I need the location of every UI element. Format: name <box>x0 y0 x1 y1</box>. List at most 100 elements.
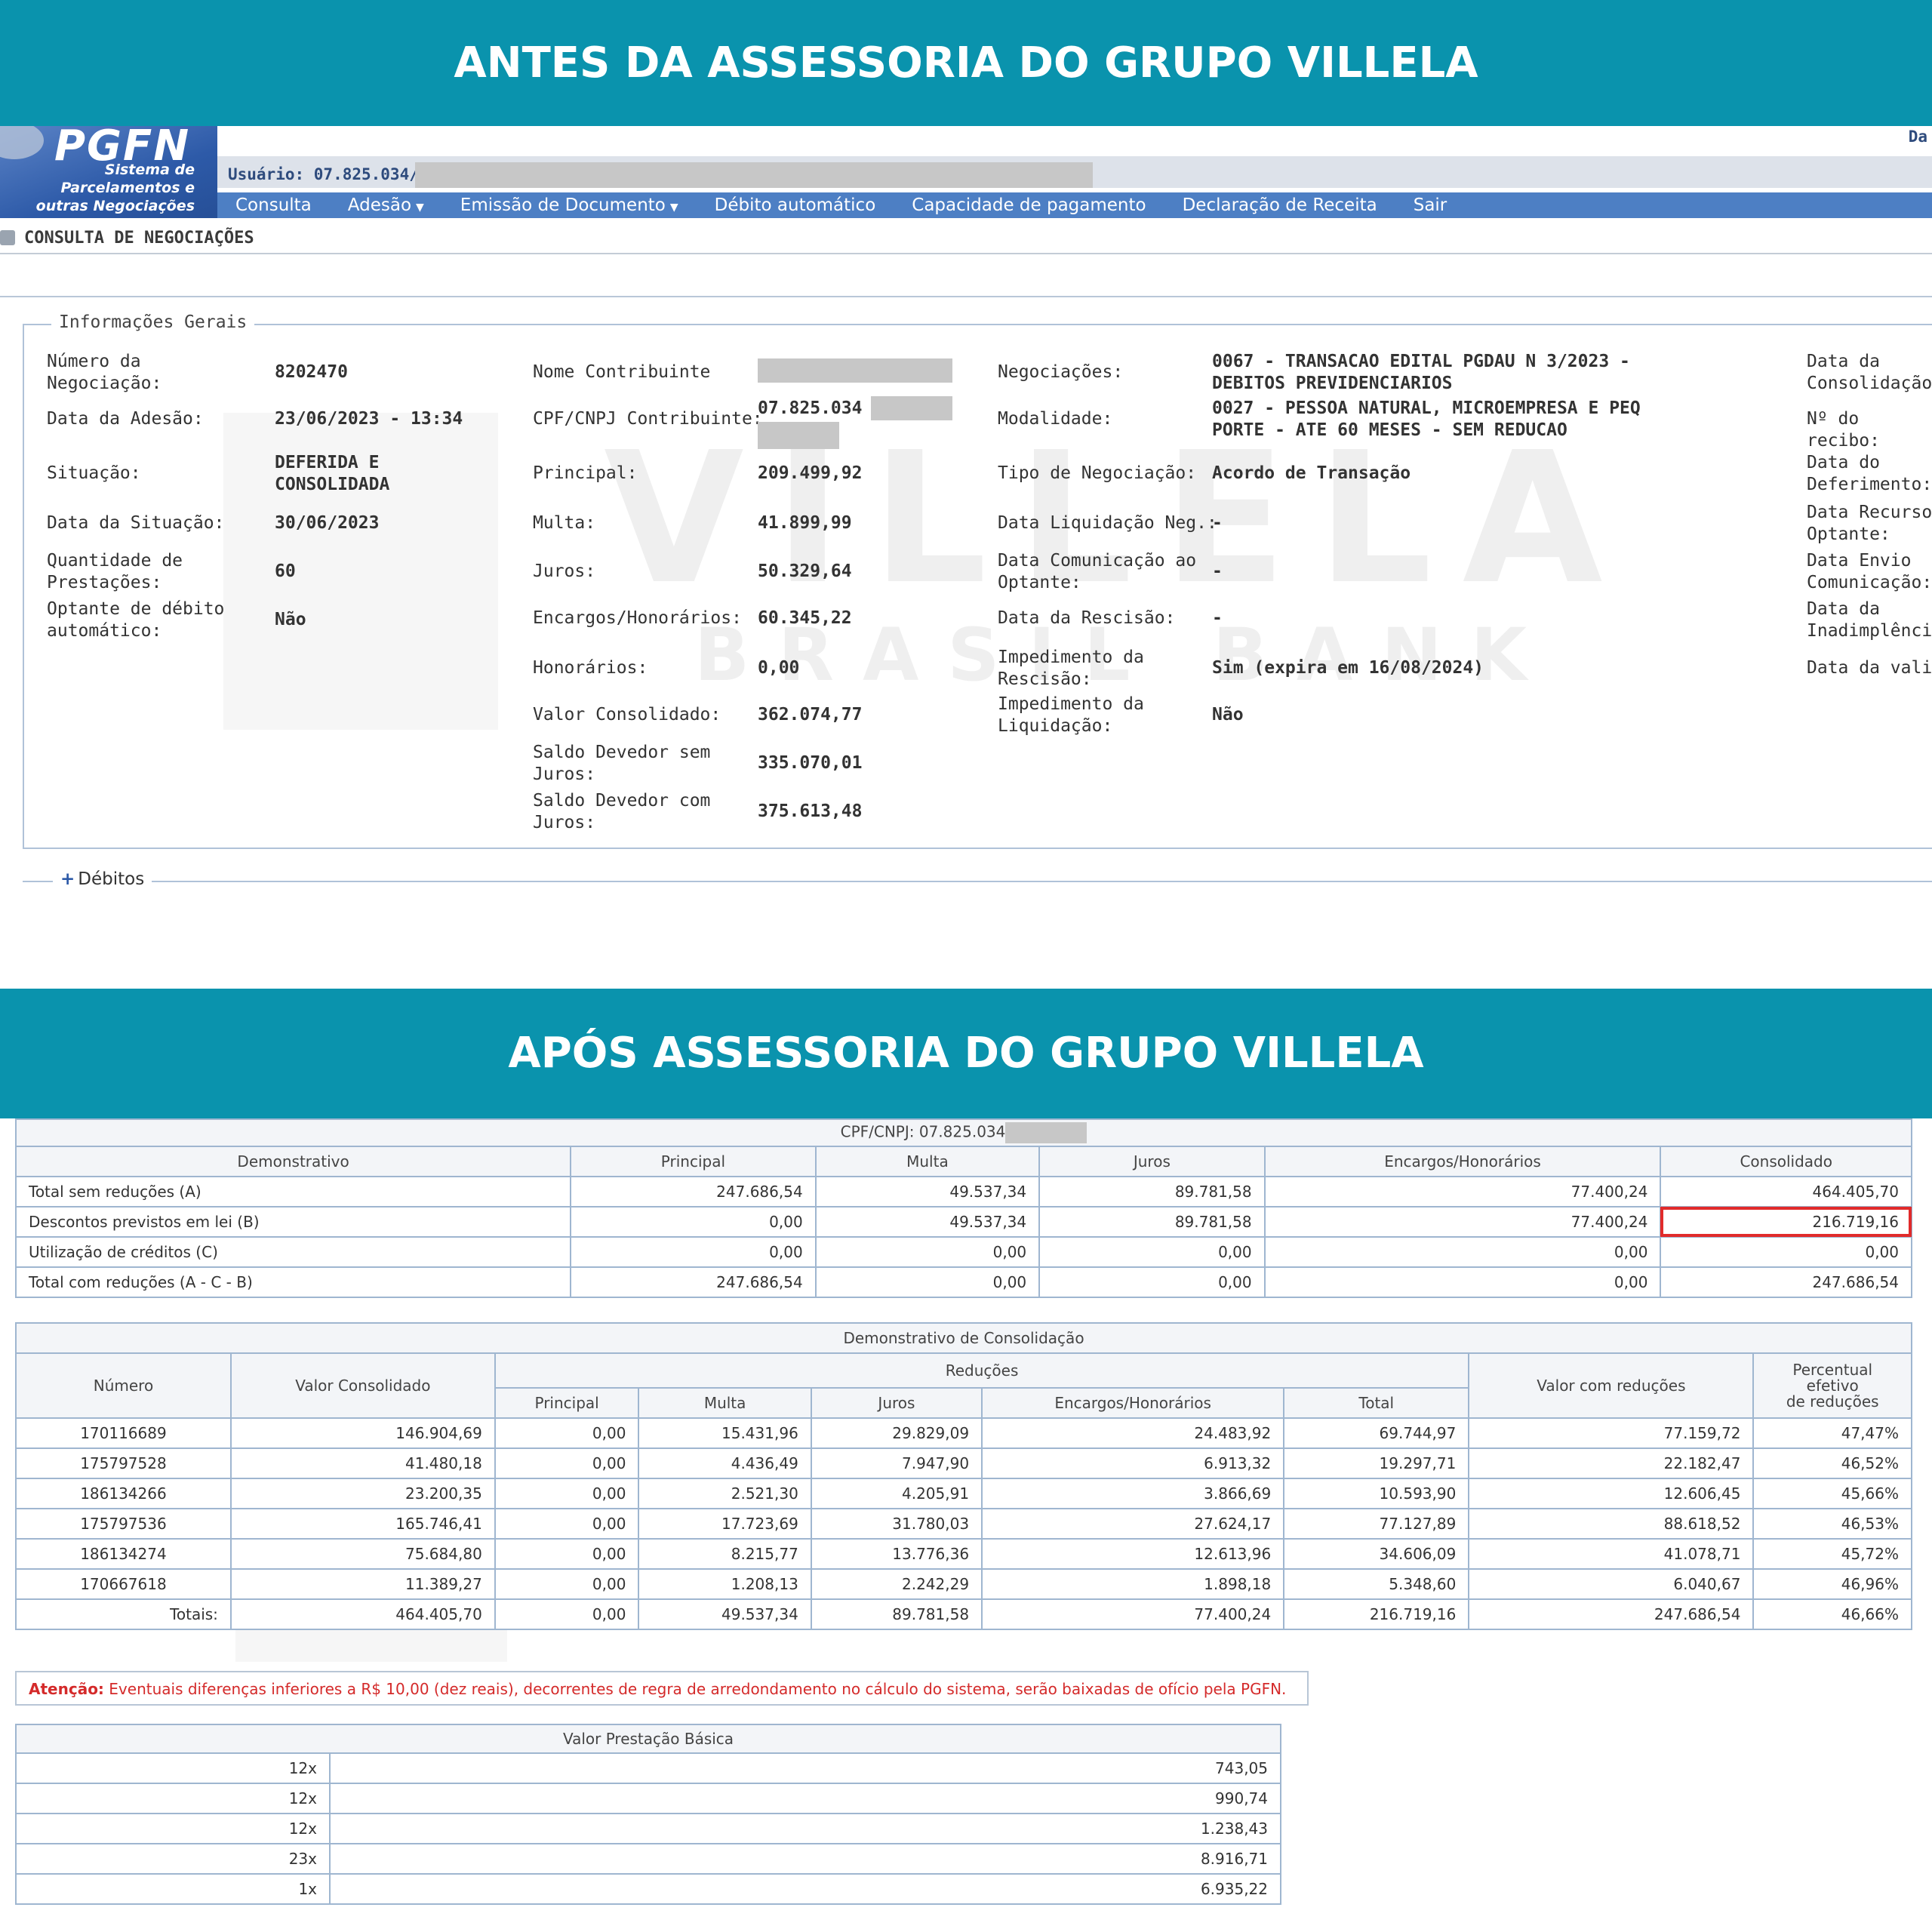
col-header: Principal <box>494 1387 640 1419</box>
cell: 69.744,97 <box>1283 1417 1470 1449</box>
cell: 1x <box>15 1873 331 1905</box>
label-saldo-com-juros: Saldo Devedor com Juros: <box>533 791 711 832</box>
cell: 45,72% <box>1752 1538 1912 1570</box>
cell: 77.400,24 <box>1263 1206 1662 1238</box>
cell: 24.483,92 <box>981 1417 1285 1449</box>
document-icon <box>0 230 15 245</box>
cell: 13.776,36 <box>810 1538 983 1570</box>
top-right-text: Da <box>1908 128 1927 146</box>
cell: 0,00 <box>494 1568 640 1600</box>
table-row: 1x 6.935,22 <box>15 1873 1281 1905</box>
menu-declaracao-receita[interactable]: Declaração de Receita <box>1164 195 1395 215</box>
cell: 17.723,69 <box>638 1508 812 1540</box>
cell: 0,00 <box>1038 1236 1266 1268</box>
cell: 77.127,89 <box>1283 1508 1470 1540</box>
cell: 1.238,43 <box>329 1813 1281 1844</box>
summary-table: CPF/CNPJ: 07.825.034 Demonstrativo Princ… <box>14 1118 1912 1298</box>
cell: 146.904,69 <box>229 1417 496 1449</box>
banner-before: ANTES DA ASSESSORIA DO GRUPO VILLELA <box>0 0 1932 126</box>
redacted-block <box>415 162 1093 188</box>
warning-text: Eventuais diferenças inferiores a R$ 10,… <box>103 1680 1287 1698</box>
cell: 41.078,71 <box>1468 1538 1755 1570</box>
col-header: Encargos/Honorários <box>1263 1146 1662 1177</box>
logo-subtitle: Sistema de Parcelamentos e outras Negoci… <box>35 162 195 214</box>
col-header: Valor Consolidado <box>229 1352 496 1419</box>
cell: 12x <box>15 1813 331 1844</box>
value-juros: 50.329,64 <box>758 561 852 581</box>
banner-after: APÓS ASSESSORIA DO GRUPO VILLELA <box>0 989 1932 1118</box>
cell: 743,05 <box>329 1752 1281 1784</box>
label-data-deferimento: Data do Deferimento: <box>1807 453 1932 494</box>
cell: 990,74 <box>329 1783 1281 1814</box>
cell: 0,00 <box>494 1508 640 1540</box>
cell: 77.400,24 <box>1263 1176 1662 1208</box>
cell: 12.613,96 <box>981 1538 1285 1570</box>
cell: 19.297,71 <box>1283 1447 1470 1479</box>
menu-consulta[interactable]: Consulta <box>217 195 330 215</box>
cell: 23x <box>15 1843 331 1875</box>
label-juros: Juros: <box>533 561 596 581</box>
redacted-block <box>758 422 839 449</box>
cell: 216.719,16 <box>1283 1598 1470 1630</box>
cell: 170116689 <box>15 1417 232 1449</box>
caret-down-icon: ▼ <box>416 202 424 214</box>
value-multa: 41.899,99 <box>758 513 852 533</box>
value-numero-negociacao: 8202470 <box>275 362 348 382</box>
cell: 75.684,80 <box>229 1538 496 1570</box>
cell: 0,00 <box>494 1447 640 1479</box>
menu-adesao[interactable]: Adesão ▼ <box>330 195 442 215</box>
cell: 165.746,41 <box>229 1508 496 1540</box>
cell: 7.947,90 <box>810 1447 983 1479</box>
plus-icon: + <box>60 869 75 889</box>
label-data-comunicacao: Data Comunicação ao Optante: <box>998 551 1197 592</box>
cell: 15.431,96 <box>638 1417 812 1449</box>
value-saldo-sem-juros: 335.070,01 <box>758 753 863 773</box>
value-principal: 209.499,92 <box>758 463 863 483</box>
label-tipo-negociacao: Tipo de Negociação: <box>998 463 1197 483</box>
value-data-adesao: 23/06/2023 - 13:34 <box>275 409 463 429</box>
redacted-block <box>758 358 952 383</box>
menu-capacidade-pagamento[interactable]: Capacidade de pagamento <box>894 195 1164 215</box>
label-saldo-sem-juros: Saldo Devedor sem Juros: <box>533 743 711 784</box>
value-modalidade: 0027 - PESSOA NATURAL, MICROEMPRESA E PE… <box>1212 398 1641 440</box>
cell: 2.521,30 <box>638 1478 812 1509</box>
menu-sair[interactable]: Sair <box>1395 195 1466 215</box>
table-row: Total sem reduções (A) 247.686,54 49.537… <box>14 1176 1912 1208</box>
cell: 247.686,54 <box>1660 1266 1912 1298</box>
debitos-section: + Débitos <box>23 869 1932 889</box>
cell: 77.159,72 <box>1468 1417 1755 1449</box>
main-menu: Consulta Adesão ▼ Emissão de Documento ▼ D… <box>217 192 1932 218</box>
value-encargos: 60.345,22 <box>758 608 852 628</box>
cell: 170667618 <box>15 1568 232 1600</box>
cell: 46,96% <box>1752 1568 1912 1600</box>
cell: 27.624,17 <box>981 1508 1285 1540</box>
cell: Descontos previstos em lei (B) <box>14 1206 572 1238</box>
general-info-section: Informações Gerais <box>23 312 1932 849</box>
cell: 89.781,58 <box>1038 1176 1266 1208</box>
cell: 88.618,52 <box>1468 1508 1755 1540</box>
cell: 49.537,34 <box>814 1206 1041 1238</box>
pgfn-logo[interactable]: PGFN Sistema de Parcelamentos e outras N… <box>0 126 217 218</box>
cell: 46,52% <box>1752 1447 1912 1479</box>
banner-after-text: APÓS ASSESSORIA DO GRUPO VILLELA <box>508 1029 1424 1078</box>
warning-message: Atenção: Eventuais diferenças inferiores… <box>15 1671 1309 1706</box>
label-data-rescisao: Data da Rescisão: <box>998 608 1176 628</box>
menu-emissao-documento[interactable]: Emissão de Documento ▼ <box>442 195 697 215</box>
label-data-validade: Data da valida <box>1807 658 1932 678</box>
table-row: 12x 990,74 <box>15 1783 1281 1814</box>
banner-before-text: ANTES DA ASSESSORIA DO GRUPO VILLELA <box>454 38 1478 88</box>
label-principal: Principal: <box>533 463 638 483</box>
label-negociacoes: Negociações: <box>998 362 1124 382</box>
label-impedimento-rescisao: Impedimento da Rescisão: <box>998 648 1144 689</box>
cell: 1.898,18 <box>981 1568 1285 1600</box>
table-row: 170667618 11.389,27 0,00 1.208,13 2.242,29 1.… <box>15 1568 1912 1600</box>
menu-debito-automatico[interactable]: Débito automático <box>697 195 894 215</box>
debitos-toggle[interactable]: + Débitos <box>53 869 152 889</box>
cell: 77.400,24 <box>981 1598 1285 1630</box>
cell: 3.866,69 <box>981 1478 1285 1509</box>
label-situacao: Situação: <box>47 463 141 483</box>
cell: 186134274 <box>15 1538 232 1570</box>
label-encargos: Encargos/Honorários: <box>533 608 742 628</box>
cell: 49.537,34 <box>638 1598 812 1630</box>
cell: 0,00 <box>494 1538 640 1570</box>
